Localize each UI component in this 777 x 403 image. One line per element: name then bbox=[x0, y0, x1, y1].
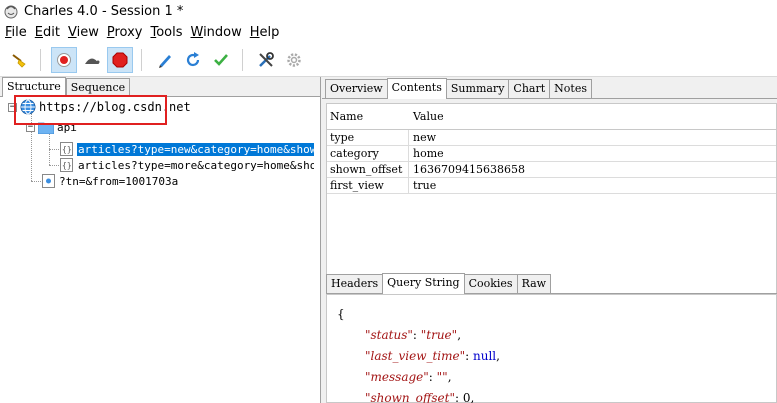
toolbar bbox=[0, 43, 777, 77]
cell-name: type bbox=[327, 130, 409, 145]
charles-app-icon bbox=[4, 5, 18, 19]
table-row[interactable]: shown_offset 1636709415638658 bbox=[327, 162, 776, 178]
table-header: Name Value bbox=[327, 104, 776, 130]
compose-icon bbox=[159, 54, 171, 68]
tree-node-request[interactable]: ?tn=&from=1001703a bbox=[42, 173, 178, 189]
toolbar-separator bbox=[242, 48, 243, 71]
tree-guide bbox=[49, 149, 59, 150]
cell-value: new bbox=[413, 131, 437, 144]
body-tab-strip: Headers Query String Cookies Raw bbox=[326, 272, 777, 294]
request-icon bbox=[42, 174, 55, 188]
menu-file[interactable]: File bbox=[4, 25, 28, 40]
tools-button[interactable] bbox=[253, 47, 279, 73]
settings-icon bbox=[287, 52, 301, 67]
menu-proxy[interactable]: Proxy bbox=[106, 25, 144, 40]
column-header-value[interactable]: Value bbox=[409, 104, 776, 129]
table-row[interactable]: first_view true bbox=[327, 178, 776, 194]
cell-name: first_view bbox=[327, 178, 409, 193]
left-tab-strip: Structure Sequence bbox=[0, 77, 320, 97]
menu-help[interactable]: Help bbox=[249, 25, 281, 40]
cell-name: shown_offset bbox=[327, 162, 409, 177]
request-label: articles?type=new&category=home&shown_of bbox=[77, 142, 314, 156]
tree-node-request[interactable]: {} articles?type=more&category=home&show… bbox=[60, 157, 314, 173]
json-line: "last_view_time": null, bbox=[365, 348, 500, 363]
compose-button[interactable] bbox=[152, 47, 178, 73]
tab-headers[interactable]: Headers bbox=[326, 274, 384, 293]
svg-text:{}: {} bbox=[62, 161, 72, 170]
title-bar: Charles 4.0 - Session 1 * bbox=[0, 0, 777, 22]
broom-icon bbox=[12, 53, 26, 68]
cell-name: category bbox=[327, 146, 409, 161]
svg-text:{}: {} bbox=[62, 145, 72, 154]
tree-guide bbox=[31, 181, 41, 182]
validate-icon bbox=[214, 53, 228, 66]
record-icon bbox=[57, 52, 71, 67]
broom-button[interactable] bbox=[6, 47, 32, 73]
detail-panel: Overview Contents Summary Chart Notes Na… bbox=[322, 77, 777, 403]
json-open-brace: { bbox=[337, 306, 345, 321]
json-file-icon: {} bbox=[60, 142, 73, 156]
json-line: "message": "", bbox=[365, 369, 452, 384]
annotation-highlight bbox=[14, 95, 167, 125]
tab-overview[interactable]: Overview bbox=[325, 79, 388, 98]
toolbar-separator bbox=[40, 48, 41, 71]
request-label: articles?type=more&category=home&shown_o bbox=[78, 158, 314, 172]
tab-raw[interactable]: Raw bbox=[516, 274, 552, 293]
tree-guide bbox=[49, 165, 59, 166]
menu-view[interactable]: View bbox=[67, 25, 100, 40]
menu-bar: File Edit View Proxy Tools Window Help bbox=[0, 22, 777, 43]
tab-query-string[interactable]: Query String bbox=[382, 273, 465, 294]
tab-contents[interactable]: Contents bbox=[386, 78, 447, 99]
throttle-icon bbox=[85, 58, 100, 64]
breakpoint-button[interactable] bbox=[107, 46, 133, 73]
tab-chart[interactable]: Chart bbox=[508, 79, 551, 98]
record-button[interactable] bbox=[51, 46, 77, 73]
toolbar-separator bbox=[141, 48, 142, 71]
cell-value: 1636709415638658 bbox=[413, 163, 525, 176]
tab-structure[interactable]: Structure bbox=[2, 77, 66, 97]
tab-sequence[interactable]: Sequence bbox=[65, 78, 131, 96]
tab-summary[interactable]: Summary bbox=[445, 79, 510, 98]
detail-tab-strip: Overview Contents Summary Chart Notes bbox=[322, 77, 777, 99]
repeat-button[interactable] bbox=[180, 47, 206, 73]
menu-tools[interactable]: Tools bbox=[149, 25, 183, 40]
table-row[interactable]: type new bbox=[327, 130, 776, 146]
column-header-name[interactable]: Name bbox=[327, 104, 409, 129]
json-line: "shown_offset": 0, bbox=[365, 390, 475, 403]
structure-panel: Structure Sequence − https://blog.csdn.n… bbox=[0, 77, 321, 403]
request-label: ?tn=&from=1001703a bbox=[59, 174, 179, 188]
tree-node-request[interactable]: {} articles?type=new&category=home&shown… bbox=[60, 141, 314, 157]
menu-window[interactable]: Window bbox=[189, 25, 242, 40]
breakpoint-icon bbox=[112, 52, 128, 67]
table-row[interactable]: category home bbox=[327, 146, 776, 162]
cell-value: home bbox=[413, 147, 444, 160]
tools-icon bbox=[259, 51, 274, 67]
settings-button[interactable] bbox=[281, 47, 307, 73]
json-file-icon: {} bbox=[60, 158, 73, 172]
throttle-button[interactable] bbox=[79, 47, 105, 73]
validate-button[interactable] bbox=[208, 47, 234, 73]
json-line: "status": "true", bbox=[365, 327, 462, 342]
cell-value: true bbox=[413, 179, 437, 192]
tab-cookies[interactable]: Cookies bbox=[463, 274, 518, 293]
menu-edit[interactable]: Edit bbox=[34, 25, 61, 40]
tab-notes[interactable]: Notes bbox=[549, 79, 592, 98]
window-title: Charles 4.0 - Session 1 * bbox=[24, 3, 184, 19]
repeat-icon bbox=[186, 51, 200, 66]
response-body[interactable]: { "status": "true", "last_view_time": nu… bbox=[326, 294, 777, 403]
